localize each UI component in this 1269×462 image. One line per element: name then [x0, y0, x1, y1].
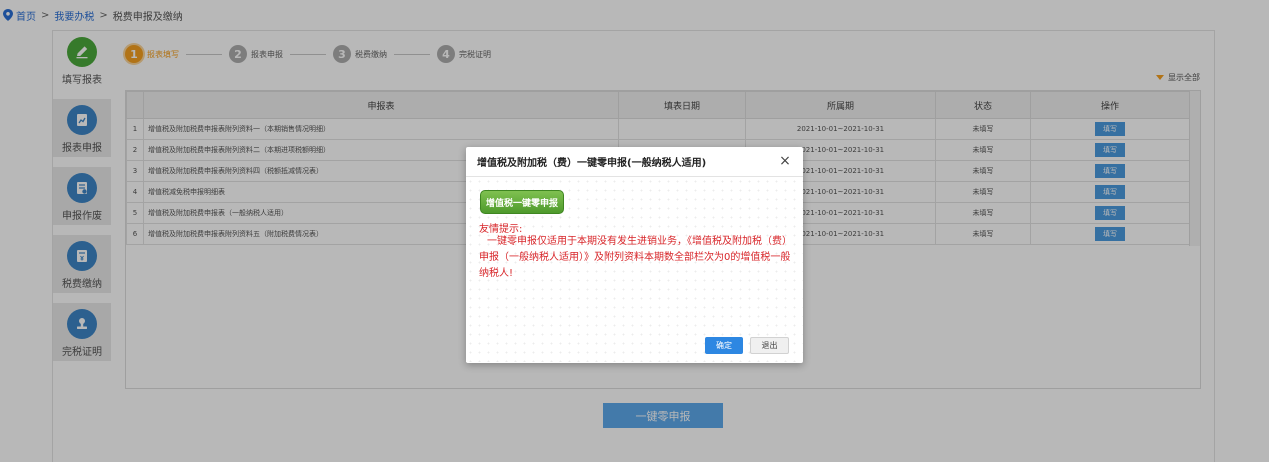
- vat-zero-declare-button[interactable]: 增值税一键零申报: [480, 190, 564, 214]
- tip-title: 友情提示:: [479, 224, 523, 235]
- zero-declare-dialog: 增值税及附加税（费）一键零申报(一般纳税人适用) × 增值税一键零申报 友情提示…: [466, 147, 803, 363]
- tip-text: 一键零申报仅适用于本期没有发生进销业务，《增值税及附加税（费）申报（一般纳税人适…: [479, 236, 792, 279]
- dialog-header: 增值税及附加税（费）一键零申报(一般纳税人适用) ×: [466, 147, 803, 177]
- exit-button[interactable]: 退出: [750, 337, 789, 354]
- one-click-zero-declare-button[interactable]: 一键零申报: [603, 403, 723, 428]
- dialog-body: 增值税一键零申报 友情提示: 一键零申报仅适用于本期没有发生进销业务，《增值税及…: [466, 177, 803, 362]
- close-icon[interactable]: ×: [779, 154, 791, 168]
- confirm-button[interactable]: 确定: [705, 337, 743, 354]
- dialog-title: 增值税及附加税（费）一键零申报(一般纳税人适用): [477, 158, 707, 169]
